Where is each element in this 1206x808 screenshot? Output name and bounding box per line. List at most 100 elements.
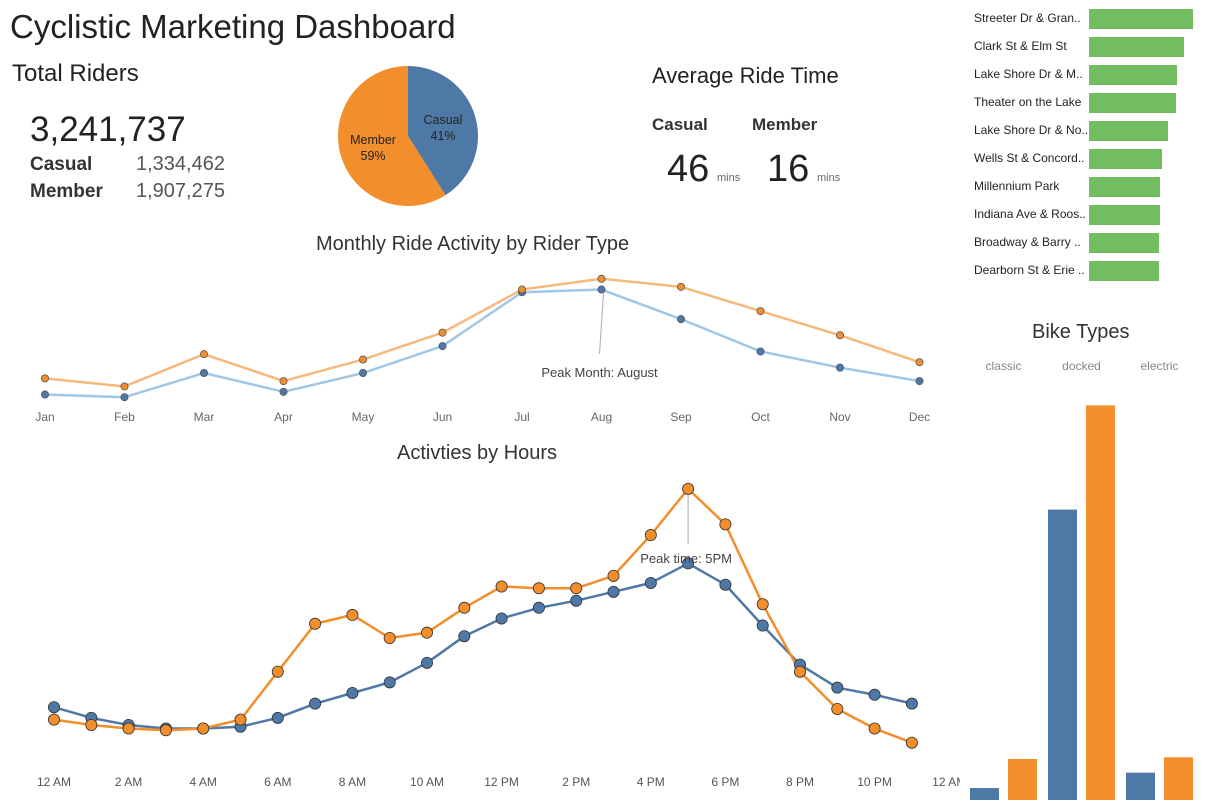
data-point	[122, 722, 135, 735]
hour-tick-label: 10 AM	[410, 775, 444, 789]
pie-percent-label: 41%	[430, 129, 455, 143]
data-point	[41, 374, 50, 383]
data-point	[597, 285, 606, 294]
data-point	[905, 736, 918, 749]
data-point	[495, 580, 508, 593]
station-label: Theater on the Lake	[974, 95, 1082, 109]
hour-tick-label: 12 AM	[932, 775, 960, 789]
station-bar	[1089, 149, 1162, 169]
avg-member-value: 16	[767, 148, 810, 190]
station-bar	[1089, 65, 1178, 85]
bike-type-bar	[1126, 772, 1155, 800]
station-label: Dearborn St & Erie ..	[974, 263, 1085, 277]
data-point	[48, 701, 61, 714]
data-point	[120, 382, 129, 391]
data-point	[644, 576, 657, 589]
data-point	[597, 274, 606, 283]
avg-casual-unit: mins	[717, 172, 741, 184]
station-label: Wells St & Concord..	[974, 151, 1085, 165]
month-tick-label: May	[352, 410, 375, 424]
station-label: Indiana Ave & Roos..	[974, 207, 1086, 221]
hour-tick-label: 10 PM	[857, 775, 892, 789]
data-point	[420, 656, 433, 669]
month-tick-label: Aug	[591, 410, 612, 424]
data-point	[905, 697, 918, 710]
data-point	[532, 582, 545, 595]
data-point	[570, 582, 583, 595]
data-point	[719, 578, 732, 591]
bike-type-bar	[1164, 757, 1193, 800]
data-point	[915, 358, 924, 367]
avg-member-label: Member	[752, 115, 818, 134]
avg-ride-time-heading: Average Ride Time	[652, 63, 839, 88]
data-point	[346, 608, 359, 621]
station-label: Millennium Park	[974, 179, 1060, 193]
bike-type-label: classic	[985, 359, 1021, 373]
bike-types-chart: classic docked electric	[970, 359, 1193, 800]
data-point	[85, 718, 98, 731]
data-point	[570, 594, 583, 607]
bike-types-title: Bike Types	[1032, 321, 1130, 343]
hour-tick-label: 4 AM	[190, 775, 217, 789]
station-bar	[1089, 205, 1160, 225]
hour-tick-label: 8 AM	[339, 775, 366, 789]
casual-label: Casual	[30, 154, 93, 175]
data-point	[279, 387, 288, 396]
bike-type-bar	[1048, 509, 1077, 800]
data-point	[518, 285, 527, 294]
data-point	[682, 482, 695, 495]
member-label: Member	[30, 181, 103, 202]
station-bar	[1089, 93, 1177, 113]
month-tick-label: Apr	[274, 410, 293, 424]
data-point	[309, 697, 322, 710]
month-tick-label: Oct	[751, 410, 770, 424]
hour-tick-label: 6 AM	[264, 775, 291, 789]
rider-type-pie-chart: Casual 41% Member 59%	[337, 66, 478, 206]
data-point	[279, 377, 288, 386]
casual-count: 1,334,462	[136, 153, 225, 175]
bike-type-bar	[1008, 759, 1037, 800]
peak-month-annotation: Peak Month: August	[541, 365, 658, 380]
bike-type-label: electric	[1140, 359, 1178, 373]
data-point	[915, 377, 924, 386]
data-point	[458, 601, 471, 614]
bike-type-bar	[970, 788, 999, 800]
station-label: Lake Shore Dr & No..	[974, 123, 1089, 137]
data-point	[677, 282, 686, 291]
series-line-0	[53, 487, 913, 744]
data-point	[756, 307, 765, 316]
hour-tick-label: 12 PM	[484, 775, 519, 789]
data-point	[420, 626, 433, 639]
station-label: Broadway & Barry ..	[974, 235, 1081, 249]
data-point	[438, 342, 447, 351]
station-bar	[1089, 121, 1169, 141]
avg-casual-label: Casual	[652, 115, 708, 134]
hourly-activity-chart: 12 AM 2 AM 4 AM 6 AM 8 AM 10 AM 12 PM 2 PM 4 PM 6…	[37, 482, 960, 789]
station-label: Streeter Dr & Gran..	[974, 11, 1081, 25]
month-tick-label: Jun	[433, 410, 452, 424]
data-point	[309, 617, 322, 630]
month-tick-label: Jul	[514, 410, 529, 424]
data-point	[868, 688, 881, 701]
month-tick-label: Nov	[829, 410, 850, 424]
hour-tick-label: 8 PM	[786, 775, 814, 789]
data-point	[756, 347, 765, 356]
data-point	[358, 369, 367, 378]
month-tick-label: Jan	[35, 410, 54, 424]
avg-member-unit: mins	[817, 172, 841, 184]
data-point	[199, 350, 208, 359]
data-point	[532, 601, 545, 614]
data-point	[756, 598, 769, 611]
data-point	[831, 702, 844, 715]
data-point	[41, 390, 50, 399]
dashboard-title: Cyclistic Marketing Dashboard	[10, 8, 456, 45]
station-bar	[1089, 37, 1184, 57]
data-point	[234, 713, 247, 726]
hour-tick-label: 2 PM	[562, 775, 590, 789]
data-point	[438, 328, 447, 337]
data-point	[794, 665, 807, 678]
data-point	[358, 355, 367, 364]
pie-label: Member	[350, 133, 396, 147]
data-point	[607, 585, 620, 598]
pie-label: Casual	[423, 113, 462, 127]
